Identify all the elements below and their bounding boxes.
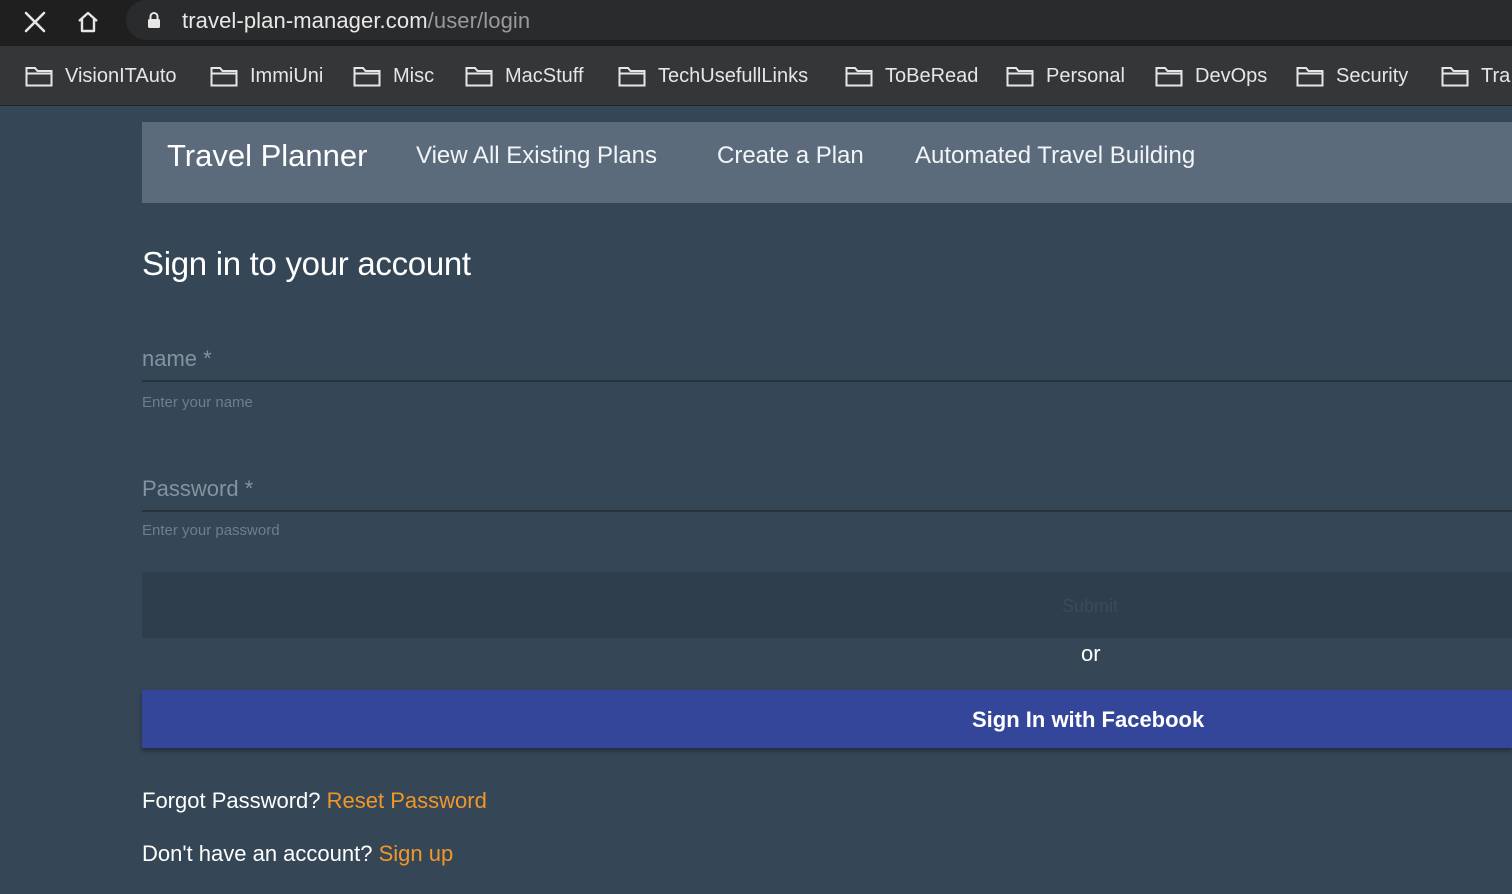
bookmark-devops[interactable]: DevOps [1155, 62, 1267, 90]
name-input[interactable] [142, 342, 1512, 380]
bookmark-personal[interactable]: Personal [1006, 62, 1125, 90]
folder-icon [1006, 67, 1034, 87]
nav-automated-travel-building[interactable]: Automated Travel Building [915, 142, 1195, 170]
bookmark-label: Personal [1046, 64, 1125, 87]
bookmark-label: Tra [1481, 64, 1511, 87]
reset-password-link[interactable]: Reset Password [327, 788, 487, 813]
password-helper-text: Enter your password [142, 522, 280, 539]
facebook-signin-label: Sign In with Facebook [972, 707, 1205, 732]
bookmark-label: Security [1336, 64, 1409, 87]
bookmark-label: Misc [393, 64, 435, 87]
no-account-text: Don't have an account? [142, 841, 373, 866]
folder-icon [845, 67, 873, 87]
submit-label: Submit [1062, 596, 1119, 616]
url-text: travel-plan-manager.com/user/login [182, 8, 530, 34]
bookmark-misc[interactable]: Misc [353, 62, 434, 90]
or-divider-text: or [1081, 641, 1101, 666]
password-input[interactable] [142, 472, 1512, 510]
home-icon[interactable] [72, 6, 104, 38]
bookmark-label: DevOps [1195, 64, 1268, 87]
nav-view-all-plans[interactable]: View All Existing Plans [416, 142, 657, 170]
folder-icon [1441, 67, 1469, 87]
bookmarks-bar: VisionITAuto ImmiUni Misc MacStuff TechU… [0, 46, 1512, 106]
signup-line: Don't have an account? Sign up [142, 841, 453, 867]
folder-icon [465, 67, 493, 87]
bookmark-techusefulllinks[interactable]: TechUsefullLinks [618, 62, 808, 90]
forgot-password-text: Forgot Password? [142, 788, 321, 813]
bookmark-label: ImmiUni [250, 64, 324, 87]
signup-link[interactable]: Sign up [379, 841, 454, 866]
bookmark-immiuni[interactable]: ImmiUni [210, 62, 323, 90]
bookmark-toberead[interactable]: ToBeRead [845, 62, 978, 90]
url-host: travel-plan-manager.com [182, 8, 428, 33]
facebook-signin-button[interactable]: Sign In with Facebook [142, 690, 1512, 748]
bookmark-visionitauto[interactable]: VisionITAuto [25, 62, 177, 90]
bookmark-label: MacStuff [505, 64, 584, 87]
app-navbar: Travel Planner View All Existing Plans C… [142, 122, 1512, 203]
folder-icon [210, 67, 238, 87]
folder-icon [1296, 67, 1324, 87]
bookmark-macstuff[interactable]: MacStuff [465, 62, 584, 90]
close-icon[interactable] [19, 6, 51, 38]
nav-create-plan[interactable]: Create a Plan [717, 142, 864, 170]
folder-icon [1155, 67, 1183, 87]
page-title: Sign in to your account [142, 245, 471, 282]
lock-icon [146, 11, 162, 29]
folder-icon [618, 67, 646, 87]
brand-title[interactable]: Travel Planner [167, 138, 367, 174]
password-field[interactable]: Password * [142, 472, 1512, 512]
bookmark-label: VisionITAuto [65, 64, 177, 87]
url-path: /user/login [427, 8, 531, 33]
address-bar[interactable]: travel-plan-manager.com/user/login [126, 0, 1512, 40]
bookmark-tra[interactable]: Tra [1441, 62, 1510, 90]
bookmark-security[interactable]: Security [1296, 62, 1408, 90]
bookmark-label: ToBeRead [885, 64, 979, 87]
browser-toolbar: travel-plan-manager.com/user/login [0, 0, 1512, 46]
submit-button[interactable]: Submit [142, 572, 1512, 638]
folder-icon [353, 67, 381, 87]
bookmark-label: TechUsefullLinks [658, 64, 809, 87]
folder-icon [25, 67, 53, 87]
name-field[interactable]: name * [142, 342, 1512, 382]
forgot-password-line: Forgot Password? Reset Password [142, 788, 487, 814]
name-helper-text: Enter your name [142, 394, 253, 411]
